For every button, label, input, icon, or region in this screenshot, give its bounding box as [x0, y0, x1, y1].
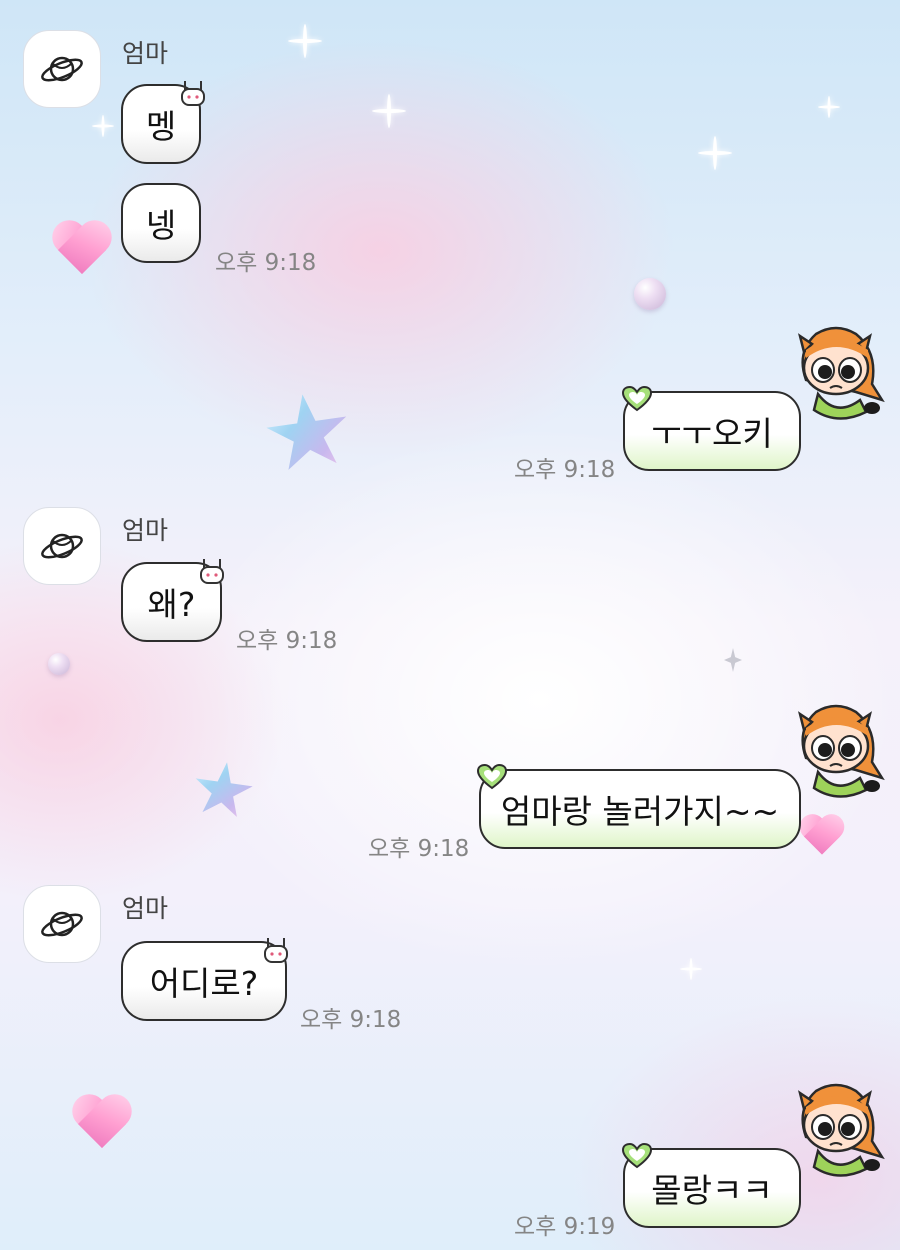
sparkle-decoration [372, 94, 406, 128]
heart-decoration [798, 816, 846, 861]
bunny-icon [200, 559, 224, 584]
contact-avatar[interactable] [23, 30, 101, 108]
message-timestamp: 오후 9:18 [300, 1007, 402, 1033]
heart-decoration [70, 1096, 134, 1156]
cartoon-girl-sticker [798, 1083, 885, 1177]
star-decoration [189, 758, 256, 824]
bunny-icon [181, 81, 205, 106]
cartoon-girl-sticker [798, 704, 885, 798]
heart-decoration [50, 222, 114, 282]
message-timestamp: 오후 9:18 [215, 250, 317, 276]
message-timestamp: 오후 9:18 [368, 836, 470, 862]
planet-icon [41, 911, 83, 937]
pearl-decoration [48, 653, 70, 675]
planet-icon [41, 533, 83, 559]
sender-name: 엄마 [122, 516, 169, 545]
twinkle-decoration [724, 648, 742, 672]
message-bubble[interactable]: 엄마랑 놀러가지~~ [479, 769, 801, 849]
sparkle-decoration [818, 96, 840, 118]
bunny-icon [264, 938, 288, 963]
sparkle-decoration [698, 136, 732, 170]
sender-name: 엄마 [122, 39, 169, 68]
heart-icon [477, 764, 507, 790]
heart-icon [622, 386, 652, 412]
heart-icon [622, 1143, 652, 1169]
message-timestamp: 오후 9:19 [514, 1214, 616, 1240]
contact-avatar[interactable] [23, 885, 101, 963]
sparkle-decoration [92, 115, 114, 137]
message-timestamp: 오후 9:18 [514, 457, 616, 483]
sparkle-decoration [288, 24, 322, 58]
sparkle-decoration [680, 958, 702, 980]
sender-name: 엄마 [122, 894, 169, 923]
planet-icon [41, 56, 83, 82]
message-bubble[interactable]: 넹 [121, 183, 201, 263]
cartoon-girl-sticker [798, 326, 885, 420]
message-timestamp: 오후 9:18 [236, 628, 338, 654]
pearl-decoration [634, 278, 666, 310]
contact-avatar[interactable] [23, 507, 101, 585]
star-decoration [261, 389, 355, 480]
